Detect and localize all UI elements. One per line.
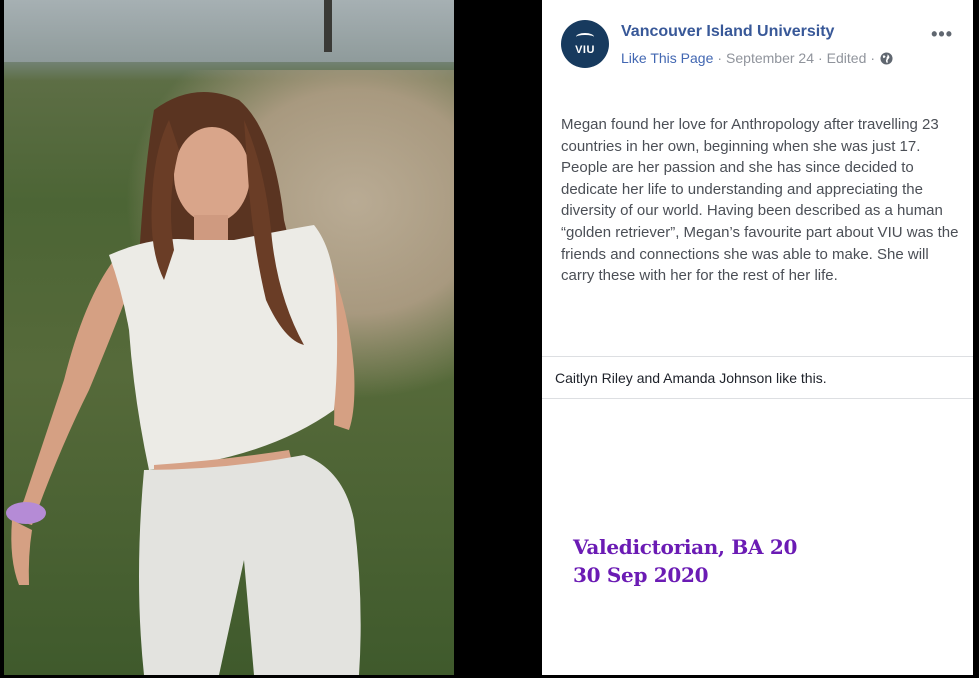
divider: [542, 398, 973, 399]
globe-icon: [880, 51, 893, 65]
avatar-label: VIU: [575, 43, 595, 56]
post-photo[interactable]: [4, 0, 454, 675]
post-date[interactable]: September 24: [726, 50, 814, 66]
likes-summary[interactable]: Caitlyn Riley and Amanda Johnson like th…: [555, 370, 827, 386]
page-avatar[interactable]: VIU: [561, 20, 609, 68]
frame-border: [973, 0, 979, 678]
caption-date: 30 Sep 2020: [573, 563, 709, 587]
page-name-link[interactable]: Vancouver Island University: [621, 23, 834, 41]
meta-separator: ·: [717, 50, 723, 66]
post-header: VIU Vancouver Island University Like Thi…: [542, 0, 973, 80]
post-text: Megan found her love for Anthropology af…: [561, 116, 959, 285]
viu-logo-mark: [576, 32, 594, 41]
caption-title: Valedictorian, BA 20: [573, 535, 798, 559]
meta-separator: ·: [817, 50, 823, 66]
edited-label[interactable]: Edited: [827, 50, 867, 66]
photo-pane: [0, 0, 542, 678]
like-page-link[interactable]: Like This Page: [621, 50, 713, 66]
post-meta: Like This Page · September 24 · Edited ·: [621, 50, 893, 66]
facebook-post: VIU Vancouver Island University Like Thi…: [542, 0, 973, 675]
valedictorian-caption: Valedictorian, BA 20 30 Sep 2020: [573, 533, 797, 589]
divider: [542, 356, 973, 357]
meta-separator: ·: [870, 50, 876, 66]
person-illustration: [6, 92, 361, 675]
more-options-icon[interactable]: •••: [931, 24, 953, 45]
